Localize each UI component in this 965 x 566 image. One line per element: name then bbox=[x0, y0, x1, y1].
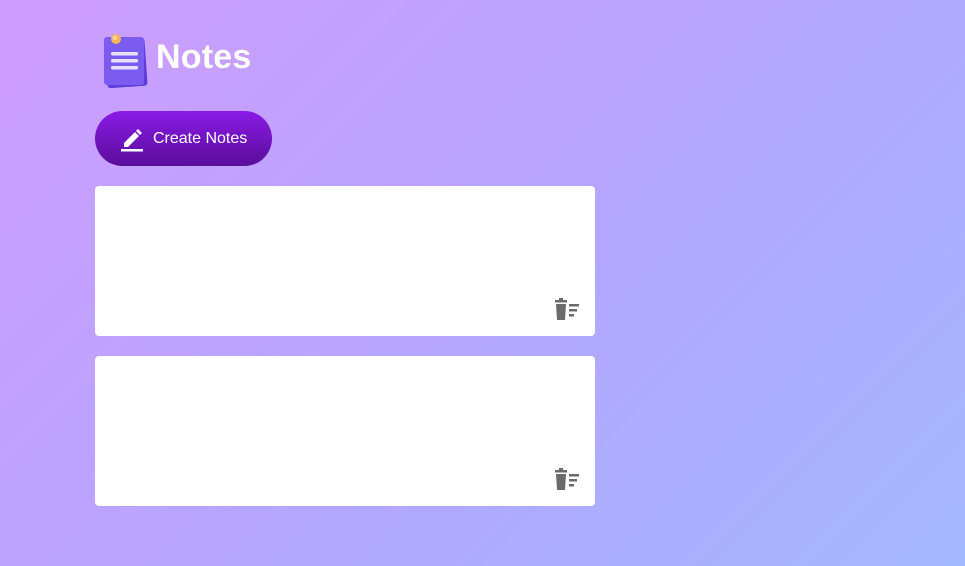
note-card bbox=[95, 356, 595, 506]
page-title: Notes bbox=[156, 37, 252, 76]
note-text-input[interactable] bbox=[95, 186, 595, 336]
app-header: Notes bbox=[100, 22, 595, 102]
note-card bbox=[95, 186, 595, 336]
note-text-input[interactable] bbox=[95, 356, 595, 506]
delete-icon[interactable] bbox=[553, 468, 581, 492]
app-container: Notes Create Notes bbox=[95, 0, 595, 506]
notes-logo-icon bbox=[100, 31, 152, 89]
delete-icon[interactable] bbox=[553, 298, 581, 322]
create-notes-button[interactable]: Create Notes bbox=[95, 111, 272, 166]
create-notes-label: Create Notes bbox=[153, 129, 248, 147]
pencil-icon bbox=[119, 126, 145, 152]
